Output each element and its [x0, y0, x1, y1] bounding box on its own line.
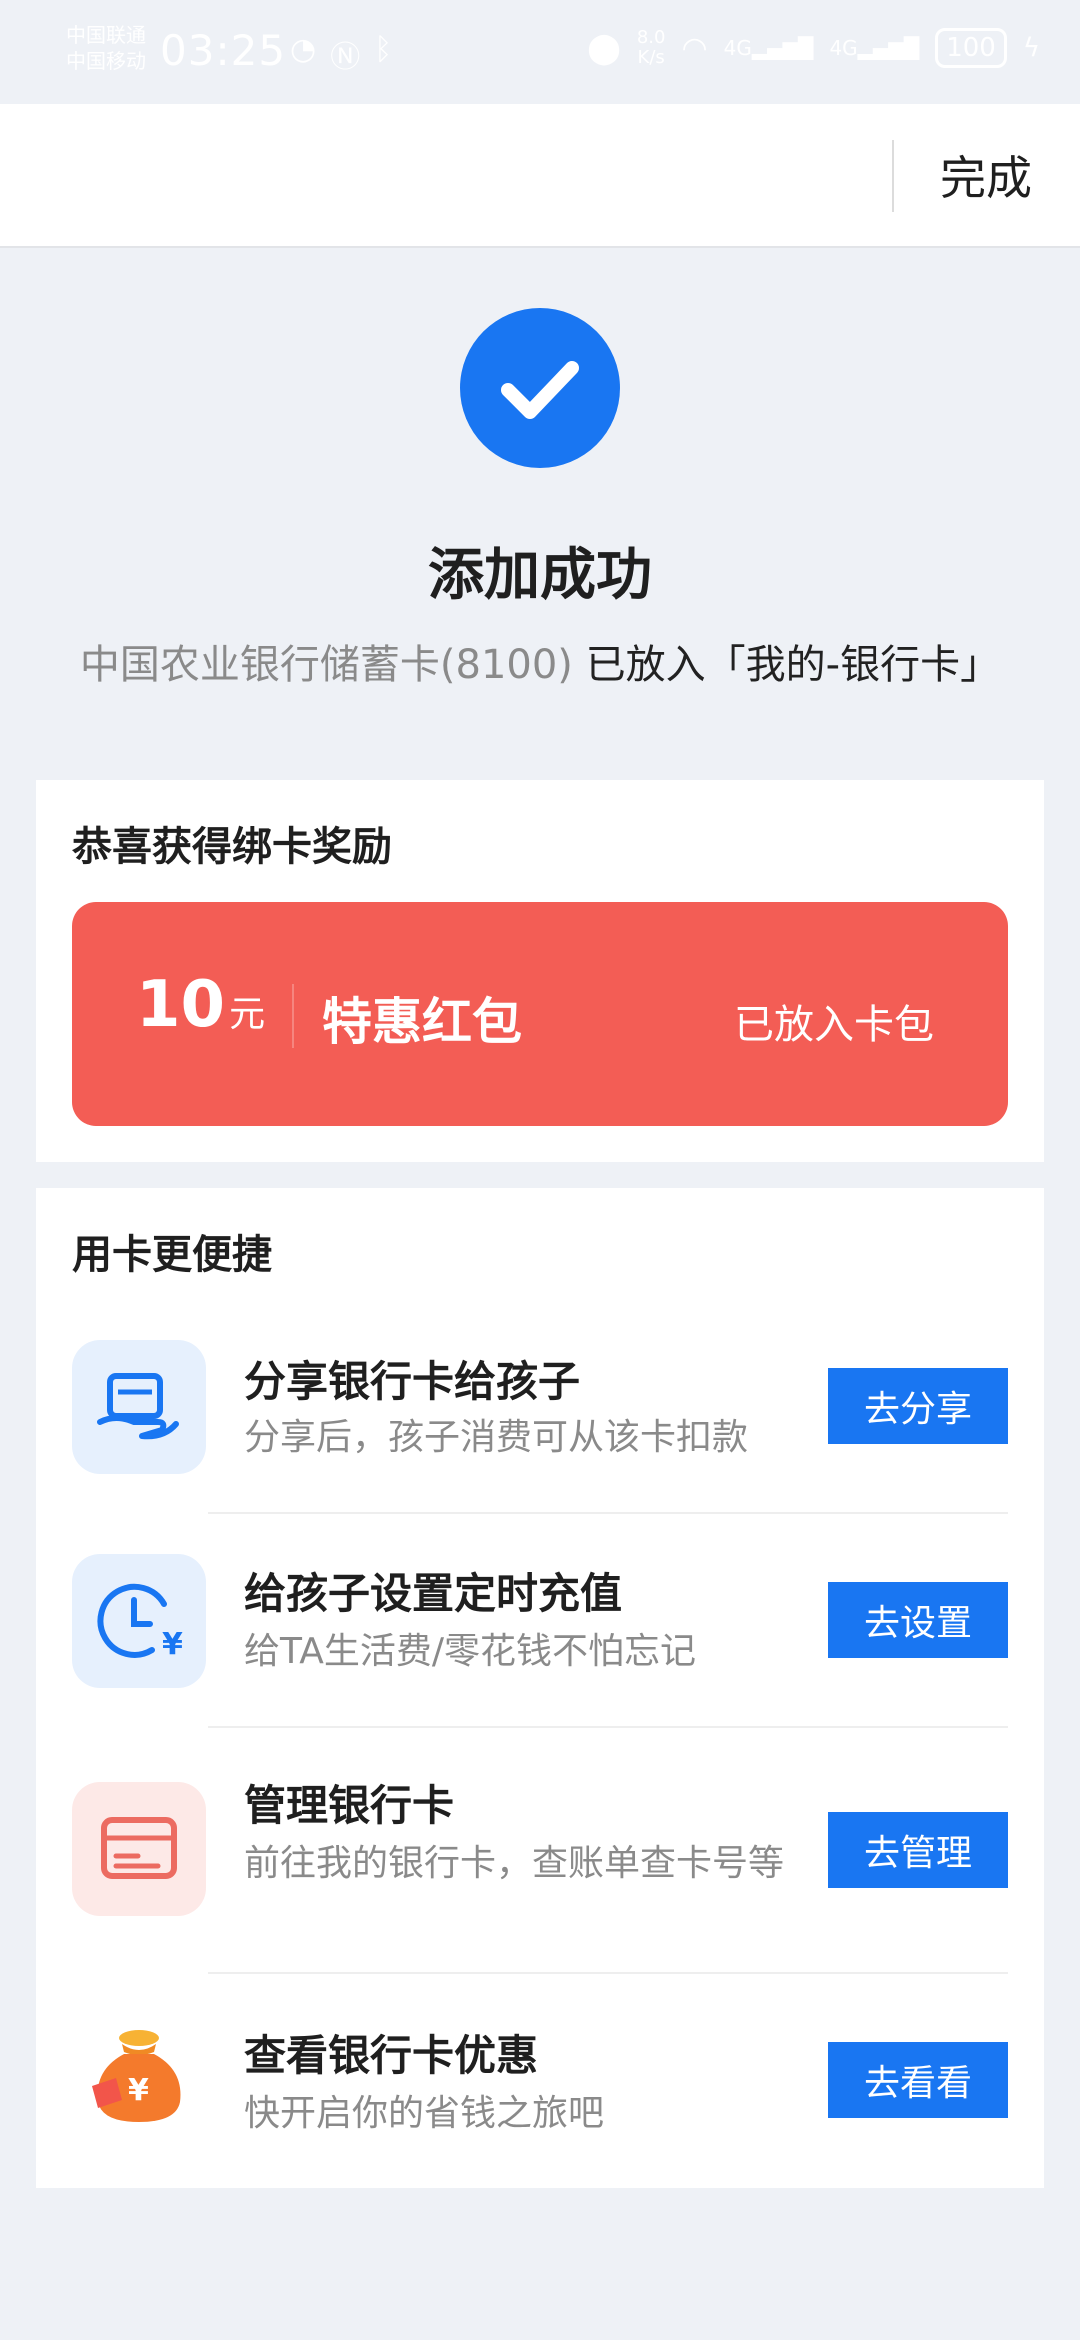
feature-title: 分享银行卡给孩子: [244, 1357, 581, 1406]
feature-divider: [208, 1726, 1008, 1728]
feature-subtitle: 给TA生活费/零花钱不怕忘记: [244, 1631, 696, 1672]
done-button[interactable]: 完成: [940, 142, 1032, 208]
network-speed-value: 8.0: [636, 27, 666, 48]
reward-card: 恭喜获得绑卡奖励 10 元 特惠红包 已放入卡包: [36, 780, 1044, 1162]
feature-subtitle: 前往我的银行卡，查账单查卡号等: [244, 1843, 785, 1884]
success-description: 中国农业银行储蓄卡(8100) 已放入「我的-银行卡」: [0, 632, 1080, 690]
red-packet-name: 特惠红包: [322, 993, 522, 1051]
feature-subtitle: 分享后，孩子消费可从该卡扣款: [244, 1417, 749, 1458]
share-card-icon: [72, 1340, 206, 1474]
red-packet-amount: 10 元: [136, 968, 265, 1042]
red-packet-status: 已放入卡包: [734, 1002, 934, 1048]
red-packet-amount-value: 10: [136, 968, 226, 1042]
feature-title: 查看银行卡优惠: [244, 2031, 539, 2080]
red-packet-amount-unit: 元: [229, 994, 266, 1035]
red-packet-separator: [292, 984, 294, 1048]
status-bar: 中国联通 中国移动 03:25 ◔ Ⓝ ᛒ ⬤ 8.0 K/s ◠ 4G▂▄▆█…: [0, 0, 1080, 104]
svg-text:¥: ¥: [162, 1627, 183, 1662]
feature-subtitle: 快开启你的省钱之旅吧: [244, 2093, 605, 2134]
share-button[interactable]: 去分享: [828, 1368, 1008, 1444]
status-icons-right: ⬤ 8.0 K/s ◠ 4G▂▄▆█ 4G▂▄▆█ 100 ϟ: [587, 28, 1040, 68]
status-icons-left: ◔ Ⓝ ᛒ: [290, 32, 392, 76]
top-bar: 完成: [0, 104, 1080, 248]
signal-2: 4G▂▄▆█: [829, 36, 920, 60]
charging-icon: ϟ: [1022, 33, 1040, 63]
clock-yuan-icon: ¥: [72, 1554, 206, 1688]
view-button[interactable]: 去看看: [828, 2042, 1008, 2118]
reward-heading: 恭喜获得绑卡奖励: [72, 824, 392, 870]
manage-button[interactable]: 去管理: [828, 1812, 1008, 1888]
wifi-icon: ◠: [681, 30, 708, 66]
nfc-icon: Ⓝ: [330, 40, 361, 75]
bank-card-icon: [72, 1782, 206, 1916]
svg-text:¥: ¥: [128, 2073, 149, 2108]
bluetooth-icon: ᛒ: [374, 32, 393, 67]
feature-divider: [208, 1512, 1008, 1514]
signal-1: 4G▂▄▆█: [723, 36, 814, 60]
set-button[interactable]: 去设置: [828, 1582, 1008, 1658]
network-speed: 8.0 K/s: [637, 28, 666, 68]
carrier-labels: 中国联通 中国移动: [66, 22, 146, 74]
clock: 03:25: [160, 26, 287, 75]
feature-title: 管理银行卡: [244, 1781, 455, 1830]
placed-text: 已放入「我的-银行卡」: [585, 642, 1001, 688]
feature-title: 给孩子设置定时充值: [244, 1569, 623, 1618]
features-card: 用卡更便捷 分享银行卡给孩子 分享后，孩子消费可从该卡扣款 去分享 ¥ 给孩子设…: [36, 1188, 1044, 2188]
success-title: 添加成功: [428, 543, 652, 608]
carrier-1: 中国联通: [66, 23, 146, 47]
network-speed-unit: K/s: [637, 47, 665, 68]
carrier-2: 中国移动: [66, 49, 146, 73]
success-check-icon: [460, 308, 620, 468]
signal-2-label: 4G: [829, 36, 858, 60]
features-heading: 用卡更便捷: [72, 1232, 272, 1278]
money-bag-icon: ¥: [72, 2010, 206, 2144]
battery-indicator: 100: [935, 28, 1007, 68]
header-divider: [892, 140, 894, 212]
feature-divider: [208, 1972, 1008, 1974]
signal-1-label: 4G: [723, 36, 752, 60]
red-packet-banner[interactable]: 10 元 特惠红包 已放入卡包: [72, 902, 1008, 1126]
card-name: 中国农业银行储蓄卡(8100): [79, 642, 573, 688]
speedometer-icon: ◔: [290, 32, 317, 67]
location-icon: ⬤: [587, 30, 621, 66]
